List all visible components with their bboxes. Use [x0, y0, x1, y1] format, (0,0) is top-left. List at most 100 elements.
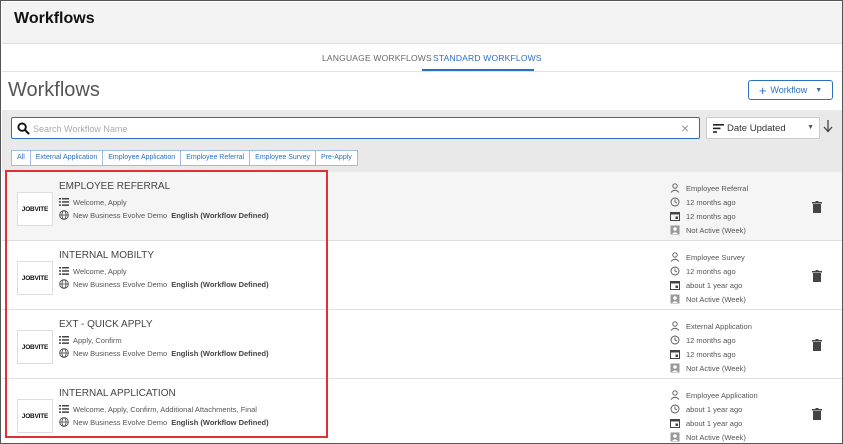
search-icon — [17, 122, 30, 135]
person-icon — [670, 321, 680, 331]
workflow-type: Employee Survey — [686, 252, 745, 262]
workflow-steps-text: Welcome, Apply — [73, 197, 127, 207]
workflow-updated: 12 months ago — [686, 211, 736, 221]
workflow-meta: Employee Survey 12 months ago about 1 ye… — [670, 250, 746, 306]
app-title: Workflows — [14, 10, 95, 27]
workflow-org: New Business Evolve Demo English (Workfl… — [59, 417, 269, 427]
page-title: Workflows — [8, 79, 100, 101]
history-icon — [670, 266, 680, 276]
sort-select[interactable]: Date Updated ▼ — [706, 117, 820, 139]
person-icon — [670, 183, 680, 193]
workflow-name[interactable]: INTERNAL APPLICATION — [59, 388, 176, 399]
tab-bar: LANGUAGE WORKFLOWS STANDARD WORKFLOWS — [2, 44, 842, 72]
workflow-meta: External Application 12 months ago 12 mo… — [670, 319, 752, 375]
sort-icon — [713, 123, 724, 133]
globe-icon — [59, 279, 69, 289]
workflow-meta: Employee Referral 12 months ago 12 month… — [670, 181, 748, 237]
workflow-created: 12 months ago — [686, 335, 736, 345]
search-box: × — [11, 117, 700, 139]
workflow-row[interactable]: JOBVITE INTERNAL APPLICATION Welcome, Ap… — [2, 379, 842, 443]
workflow-created: 12 months ago — [686, 197, 736, 207]
workflow-created: 12 months ago — [686, 266, 736, 276]
tab-language-workflows[interactable]: LANGUAGE WORKFLOWS — [322, 53, 432, 63]
workflow-steps: Apply, Confirm — [59, 335, 122, 345]
workflow-org-text: New Business Evolve Demo — [73, 348, 168, 358]
activity-icon — [670, 363, 680, 373]
workflow-org-text: New Business Evolve Demo — [73, 210, 168, 220]
sort-value: Date Updated — [727, 122, 786, 134]
workflow-row[interactable]: JOBVITE INTERNAL MOBILTY Welcome, Apply … — [2, 241, 842, 310]
arrow-down-icon[interactable] — [822, 119, 834, 133]
workflow-name[interactable]: INTERNAL MOBILTY — [59, 250, 154, 261]
calendar-icon — [670, 419, 680, 428]
activity-icon — [670, 225, 680, 235]
trash-icon[interactable] — [812, 339, 822, 351]
workflow-org: New Business Evolve Demo English (Workfl… — [59, 210, 269, 220]
workflow-steps: Welcome, Apply — [59, 266, 127, 276]
active-tab-indicator — [422, 69, 534, 71]
add-workflow-label: Workflow — [770, 85, 808, 95]
workflow-row[interactable]: JOBVITE EXT - QUICK APPLY Apply, Confirm… — [2, 310, 842, 379]
globe-icon — [59, 210, 69, 220]
workflow-activity: Not Active (Week) — [686, 294, 746, 304]
jobvite-logo: JOBVITE — [17, 192, 53, 226]
filter-chip-employee-survey[interactable]: Employee Survey — [250, 151, 317, 165]
workflow-name[interactable]: EXT - QUICK APPLY — [59, 319, 153, 330]
chevron-down-icon: ▼ — [807, 124, 814, 131]
person-icon — [670, 252, 680, 262]
jobvite-logo: JOBVITE — [17, 261, 53, 295]
workflow-steps-text: Welcome, Apply — [73, 266, 127, 276]
tab-standard-workflows[interactable]: STANDARD WORKFLOWS — [433, 53, 542, 63]
list-icon — [59, 267, 69, 275]
list-icon — [59, 336, 69, 344]
workflow-type: External Application — [686, 321, 752, 331]
history-icon — [670, 197, 680, 207]
filter-chip-pre-apply[interactable]: Pre-Apply — [316, 151, 357, 165]
workflow-org-text: New Business Evolve Demo — [73, 279, 168, 289]
trash-icon[interactable] — [812, 201, 822, 213]
top-bar: Workflows — [2, 2, 842, 44]
workflow-name[interactable]: EMPLOYEE REFERRAL — [59, 181, 170, 192]
workflow-updated: about 1 year ago — [686, 418, 743, 428]
filter-chip-employee-referral[interactable]: Employee Referral — [181, 151, 251, 165]
workflow-steps: Welcome, Apply, Confirm, Additional Atta… — [59, 404, 257, 414]
calendar-icon — [670, 281, 680, 290]
workflow-type: Employee Application — [686, 390, 758, 400]
chevron-down-icon: ▼ — [815, 86, 823, 94]
trash-icon[interactable] — [812, 408, 822, 420]
workflow-meta: Employee Application about 1 year ago ab… — [670, 388, 758, 443]
list-icon — [59, 198, 69, 206]
workflow-updated: 12 months ago — [686, 349, 736, 359]
history-icon — [670, 335, 680, 345]
activity-icon — [670, 432, 680, 442]
calendar-icon — [670, 350, 680, 359]
workflow-list: JOBVITE EMPLOYEE REFERRAL Welcome, Apply… — [2, 172, 842, 443]
workflow-created: about 1 year ago — [686, 404, 743, 414]
workflow-type: Employee Referral — [686, 183, 749, 193]
clear-search-icon[interactable]: × — [681, 121, 689, 135]
calendar-icon — [670, 212, 680, 221]
search-input[interactable] — [33, 120, 653, 137]
workflow-steps: Welcome, Apply — [59, 197, 127, 207]
workflow-row[interactable]: JOBVITE EMPLOYEE REFERRAL Welcome, Apply… — [2, 172, 842, 241]
workflow-org-text: New Business Evolve Demo — [73, 417, 168, 427]
filter-chip-all[interactable]: All — [12, 151, 31, 165]
filter-chips: All External Application Employee Applic… — [11, 150, 358, 166]
filter-chip-employee-application[interactable]: Employee Application — [103, 151, 182, 165]
person-icon — [670, 390, 680, 400]
globe-icon — [59, 417, 69, 427]
trash-icon[interactable] — [812, 270, 822, 282]
workflow-activity: Not Active (Week) — [686, 432, 746, 442]
workflow-language: English (Workflow Defined) — [171, 210, 269, 220]
workflow-org: New Business Evolve Demo English (Workfl… — [59, 279, 269, 289]
filter-bar: × Date Updated ▼ All External Applicatio… — [2, 110, 842, 172]
workflow-activity: Not Active (Week) — [686, 225, 746, 235]
add-workflow-button[interactable]: + Workflow ▼ — [748, 80, 833, 100]
filter-chip-external-application[interactable]: External Application — [31, 151, 104, 165]
workflow-org: New Business Evolve Demo English (Workfl… — [59, 348, 269, 358]
plus-icon: + — [758, 82, 767, 98]
globe-icon — [59, 348, 69, 358]
workflow-steps-text: Welcome, Apply, Confirm, Additional Atta… — [73, 404, 257, 414]
workflow-language: English (Workflow Defined) — [171, 417, 269, 427]
workflow-activity: Not Active (Week) — [686, 363, 746, 373]
